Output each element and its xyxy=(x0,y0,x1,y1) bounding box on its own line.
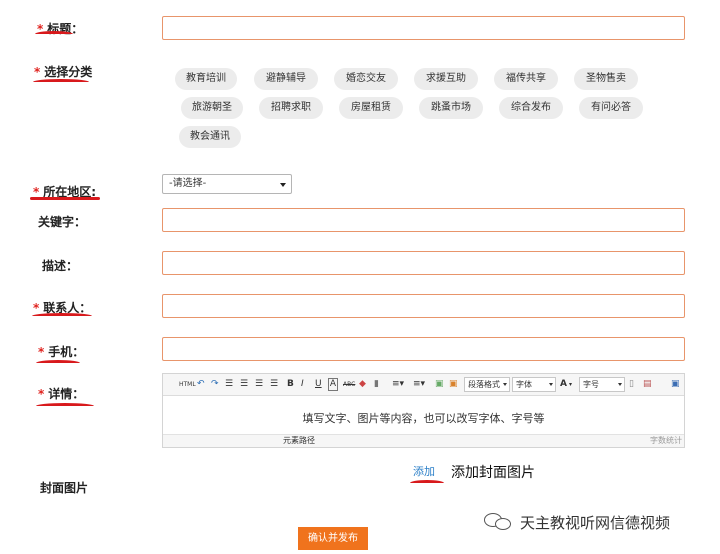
align-justify-icon[interactable]: ☰ xyxy=(270,378,278,391)
fullscreen-icon[interactable]: ▣ xyxy=(671,378,680,391)
underline-button[interactable]: U xyxy=(315,378,322,391)
chevron-down-icon xyxy=(280,183,286,187)
html-source-button[interactable]: HTML xyxy=(179,378,196,391)
category-tag[interactable]: 福传共享 xyxy=(494,68,558,90)
annotation-underline xyxy=(410,480,444,483)
element-path-label: 元素路径 xyxy=(283,436,315,445)
phone-label: * 手机： xyxy=(38,345,85,359)
category-tag[interactable]: 求援互助 xyxy=(414,68,478,90)
category-tag[interactable]: 避静辅导 xyxy=(254,68,318,90)
title-input[interactable] xyxy=(162,16,685,40)
wechat-icon xyxy=(484,511,514,533)
font-size-select[interactable]: 字号 xyxy=(579,377,625,392)
submit-button[interactable]: 确认并发布 xyxy=(298,527,368,550)
category-tag[interactable]: 教会通讯 xyxy=(179,126,241,148)
annotation-underline xyxy=(32,313,92,316)
add-cover-note: 添加封面图片 xyxy=(451,465,535,481)
annotation-underline xyxy=(35,31,73,34)
category-tag[interactable]: 招聘求职 xyxy=(259,97,323,119)
category-tag[interactable]: 有问必答 xyxy=(579,97,643,119)
paragraph-format-select[interactable]: 段落格式 xyxy=(464,377,510,392)
keywords-input[interactable] xyxy=(162,208,685,232)
contact-input[interactable] xyxy=(162,294,685,318)
eraser-icon[interactable]: ◆ xyxy=(359,378,366,391)
font-family-select[interactable]: 字体 xyxy=(512,377,556,392)
annotation-underline xyxy=(30,197,100,200)
watermark: 天主教视听网信德视频 xyxy=(484,511,670,533)
description-label: 描述： xyxy=(42,259,79,273)
ordered-list-icon[interactable]: ≡▾ xyxy=(392,378,404,391)
page-icon[interactable]: ▯ xyxy=(629,378,634,391)
category-tag[interactable]: 教育培训 xyxy=(175,68,237,90)
phone-input[interactable] xyxy=(162,337,685,361)
editor-toolbar: HTML ↶ ↷ ☰ ☰ ☰ ☰ B I U A ABC ◆ ▮ ≡▾ ≡▾ ▣… xyxy=(163,374,684,396)
category-tag[interactable]: 跳蚤市场 xyxy=(419,97,483,119)
bold-button[interactable]: B xyxy=(287,378,294,391)
cover-label: 封面图片 xyxy=(40,481,89,495)
annotation-underline xyxy=(36,403,94,406)
unordered-list-icon[interactable]: ≡▾ xyxy=(413,378,425,391)
region-select-value: -请选择- xyxy=(169,178,207,189)
editor-placeholder: 填写文字、图片等内容，也可以改写字体、字号等 xyxy=(302,412,545,425)
undo-icon[interactable]: ↶ xyxy=(197,378,205,391)
align-right-icon[interactable]: ☰ xyxy=(255,378,263,391)
region-select[interactable]: -请选择- xyxy=(162,174,292,194)
align-center-icon[interactable]: ☰ xyxy=(240,378,248,391)
editor-status-bar: 元素路径 字数统计 xyxy=(163,434,684,447)
details-editor[interactable]: HTML ↶ ↷ ☰ ☰ ☰ ☰ B I U A ABC ◆ ▮ ≡▾ ≡▾ ▣… xyxy=(162,373,685,448)
watermark-text: 天主教视听网信德视频 xyxy=(520,513,671,532)
title-label: * 标题： xyxy=(37,22,84,36)
details-label: * 详情： xyxy=(38,387,85,401)
keywords-label: 关键字： xyxy=(38,215,87,229)
insert-picture-icon[interactable]: ▣ xyxy=(449,378,458,391)
description-input[interactable] xyxy=(162,251,685,275)
category-tag[interactable]: 婚恋交友 xyxy=(334,68,398,90)
chevron-down-icon xyxy=(549,383,553,386)
italic-button[interactable]: I xyxy=(301,378,304,391)
category-label: * 选择分类 xyxy=(34,65,93,79)
align-left-icon[interactable]: ☰ xyxy=(225,378,233,391)
annotation-underline xyxy=(36,360,80,363)
font-color-button[interactable]: A xyxy=(328,378,338,391)
redo-icon[interactable]: ↷ xyxy=(211,378,219,391)
add-cover-link[interactable]: 添加 xyxy=(413,463,435,479)
category-tag[interactable]: 房屋租赁 xyxy=(339,97,403,119)
category-tag[interactable]: 圣物售卖 xyxy=(574,68,638,90)
word-count-label: 字数统计 xyxy=(650,436,682,445)
chevron-down-icon xyxy=(618,383,622,386)
font-size-icon[interactable]: A xyxy=(560,378,567,391)
format-painter-icon[interactable]: ▮ xyxy=(374,378,379,391)
template-icon[interactable]: ▤ xyxy=(643,378,652,391)
annotation-underline xyxy=(33,79,89,82)
insert-image-icon[interactable]: ▣ xyxy=(435,378,444,391)
chevron-down-icon[interactable]: ▾ xyxy=(569,378,572,391)
category-tag[interactable]: 旅游朝圣 xyxy=(181,97,243,119)
strikethrough-button[interactable]: ABC xyxy=(343,378,355,391)
chevron-down-icon xyxy=(503,383,507,386)
category-tag[interactable]: 综合发布 xyxy=(499,97,563,119)
